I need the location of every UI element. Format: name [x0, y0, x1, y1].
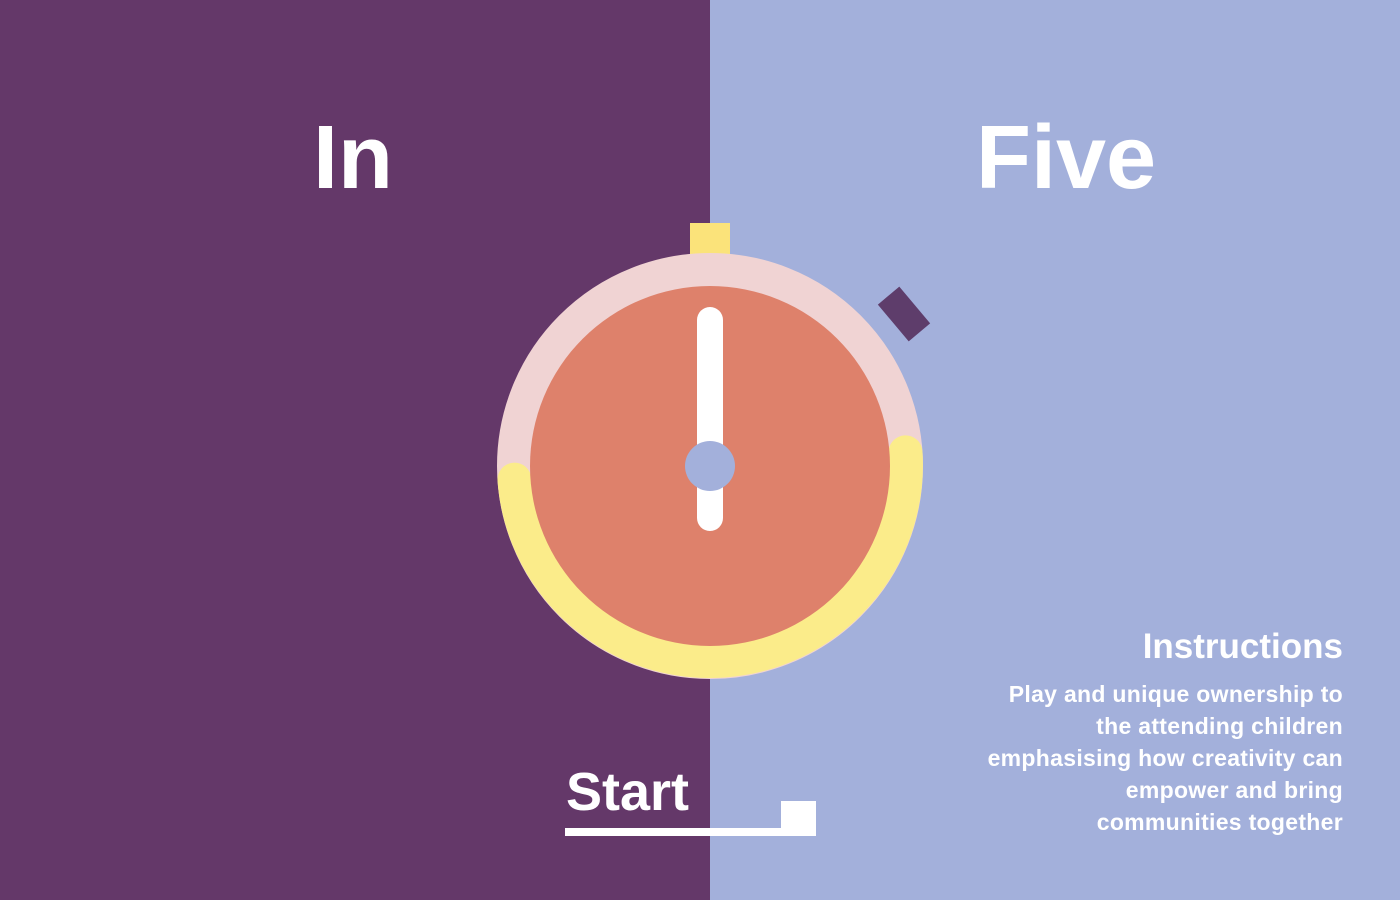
- instructions-line: emphasising how creativity can: [987, 745, 1343, 771]
- instructions-title: Instructions: [1142, 627, 1343, 666]
- title-word-right: Five: [976, 108, 1157, 208]
- start-button[interactable]: Start: [565, 760, 825, 840]
- stopwatch-timer[interactable]: [460, 200, 960, 700]
- stopwatch-side-button-icon[interactable]: [877, 286, 931, 342]
- instructions-line: the attending children: [1096, 713, 1343, 739]
- instructions-line: communities together: [1096, 809, 1343, 835]
- title-word-left: In: [313, 108, 393, 208]
- start-knob[interactable]: [781, 801, 816, 836]
- game-screen: In Five Start Instructions Play and uniq…: [0, 0, 1400, 900]
- start-underline: [565, 828, 781, 836]
- instructions-body: Play and unique ownership to the attendi…: [903, 678, 1343, 838]
- start-button-label: Start: [566, 762, 690, 822]
- instructions-panel: Instructions Play and unique ownership t…: [903, 626, 1343, 838]
- instructions-line: Play and unique ownership to: [1008, 681, 1343, 707]
- instructions-line: empower and bring: [1125, 777, 1343, 803]
- stopwatch-hub: [685, 441, 735, 491]
